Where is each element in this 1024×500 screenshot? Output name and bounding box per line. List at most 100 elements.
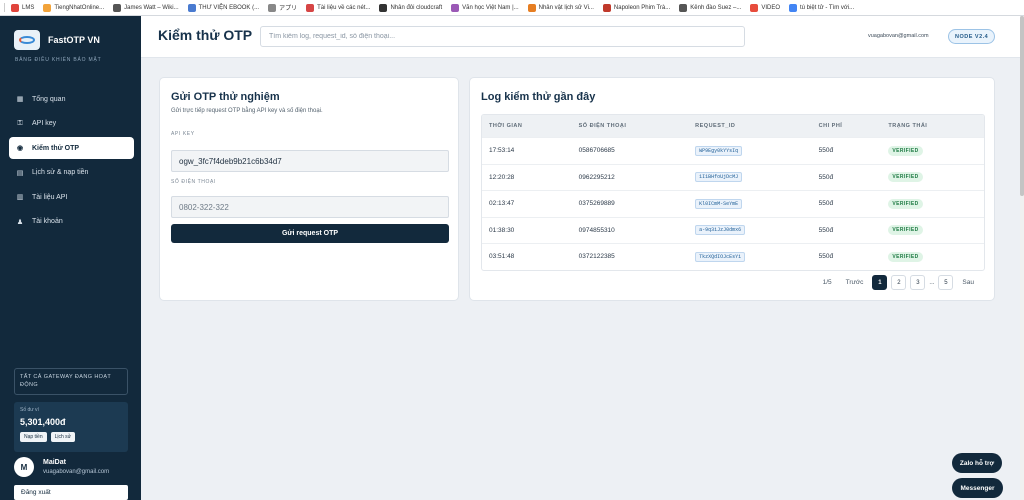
scrollbar-thumb[interactable] — [1020, 16, 1024, 196]
bookmark-item[interactable]: LMS — [11, 3, 34, 12]
bookmark-item[interactable]: VIDEO — [750, 3, 780, 12]
sidebar-item-label: Lịch sử & nạp tiền — [32, 169, 89, 177]
bookmark-item[interactable]: TiengNhatOnline... — [43, 3, 104, 12]
bookmark-label: Napoleon Phim Trà... — [613, 4, 671, 11]
page-title: Kiểm thử OTP — [158, 27, 253, 43]
key-icon: ⚿ — [17, 119, 23, 127]
messenger-button[interactable]: Messenger — [952, 478, 1003, 498]
send-otp-button[interactable]: Gửi request OTP — [171, 224, 449, 243]
cell-cost: 550đ — [818, 200, 834, 208]
brand-name: FastOTP VN — [48, 35, 100, 45]
zalo-support-button[interactable]: Zalo hỗ trợ — [952, 453, 1002, 473]
send-otp-card: Gửi OTP thử nghiệm Gửi trực tiếp request… — [159, 77, 459, 301]
wallet-balance-panel: Số dư ví 5,301,400đ Nạp tiền Lịch sử — [14, 402, 128, 452]
page-button-5[interactable]: 5 — [938, 275, 954, 290]
api-key-field[interactable] — [171, 150, 449, 172]
search-input[interactable] — [260, 26, 745, 47]
log-table: THỜI GIAN SỐ ĐIỆN THOẠI REQUEST_ID CHI P… — [481, 114, 985, 271]
history-button[interactable]: Lịch sử — [50, 432, 76, 442]
table-row[interactable]: 02:13:47 0375269889 Kl0ICmM-SeYmE 550đ V… — [482, 190, 984, 217]
table-row[interactable]: 01:38:30 0974855310 a-9q3iJzJ0dmx6 550đ … — [482, 216, 984, 244]
api-key-label: API KEY — [171, 131, 195, 137]
balance-label: Số dư ví — [20, 407, 39, 413]
logout-button[interactable]: Đăng xuất — [14, 485, 128, 500]
column-header-phone: SỐ ĐIỆN THOẠI — [578, 123, 627, 129]
bookmark-favicon-icon — [750, 3, 759, 12]
dashboard-icon: ▦ — [16, 96, 24, 103]
bookmark-label: THƯ VIỆN EBOOK (... — [198, 4, 260, 11]
user-profile: M MaiDat vuagabovan@gmail.com — [14, 457, 109, 477]
sidebar-item-history[interactable]: ▤ Lịch sử & nạp tiền — [9, 162, 134, 184]
table-row[interactable]: 12:20:28 0962295212 1I1BHfoUjDcMJ 550đ V… — [482, 163, 984, 191]
target-icon: ◉ — [16, 145, 24, 153]
user-email: vuagabovan@gmail.com — [43, 469, 110, 475]
bookmark-item[interactable]: Văn học Việt Nam |... — [451, 3, 519, 12]
bookmark-label: tú biệt tử - Tìm với... — [800, 4, 855, 11]
sidebar: FastOTP VN BẢNG ĐIỀU KHIỂN BẢO MẬT ▦ Tổn… — [0, 16, 141, 500]
request-id-chip[interactable]: a-9q3iJzJ0dmx6 — [695, 225, 746, 236]
bookmark-item[interactable]: tú biệt tử - Tìm với... — [789, 3, 855, 12]
log-title: Log kiểm thử gần đây — [481, 91, 596, 103]
sidebar-item-overview[interactable]: ▦ Tổng quan — [9, 88, 134, 110]
bookmark-item[interactable]: Kênh đào Suez –... — [679, 3, 741, 12]
bookmark-favicon-icon — [187, 3, 196, 12]
status-badge: VERIFIED — [888, 198, 923, 209]
bookmark-item[interactable]: アプリ — [268, 3, 297, 12]
brand[interactable]: FastOTP VN — [14, 30, 100, 50]
cell-phone: 0586706685 — [578, 147, 615, 155]
balance-value: 5,301,400đ — [20, 417, 66, 427]
cell-time: 01:38:30 — [489, 226, 515, 234]
send-otp-title: Gửi OTP thử nghiệm — [171, 91, 280, 103]
cell-phone: 0974855310 — [578, 226, 615, 234]
request-id-chip[interactable]: 1I1BHfoUjDcMJ — [695, 172, 743, 183]
bookmark-favicon-icon — [679, 3, 688, 12]
bookmark-item[interactable]: Tài liệu về các nét... — [306, 3, 370, 12]
send-otp-subtitle: Gửi trực tiếp request OTP bằng API key v… — [171, 108, 323, 114]
phone-field[interactable] — [171, 196, 449, 218]
request-id-chip[interactable]: TkzXQdIOJcEsYi — [695, 251, 746, 262]
page-button-1[interactable]: 1 — [872, 275, 888, 290]
table-row[interactable]: 17:53:14 0586706685 WP9Egy0kYYsIq 550đ V… — [482, 137, 984, 164]
sidebar-item-label: Tài liệu API — [32, 193, 68, 201]
bookmark-item[interactable]: James Watt – Wiki... — [113, 3, 179, 12]
cell-time: 17:53:14 — [489, 147, 515, 155]
sidebar-item-label: Tổng quan — [32, 95, 66, 103]
bookmark-label: Văn học Việt Nam |... — [462, 4, 519, 11]
page-scrollbar[interactable] — [1020, 16, 1024, 500]
sidebar-item-api-key[interactable]: ⚿ API key — [9, 113, 134, 135]
page-button-2[interactable]: 2 — [891, 275, 907, 290]
table-row[interactable]: 03:51:48 0372122385 TkzXQdIOJcEsYi 550đ … — [482, 243, 984, 270]
topup-button[interactable]: Nạp tiền — [20, 432, 47, 442]
request-id-chip[interactable]: WP9Egy0kYYsIq — [695, 145, 743, 156]
bookmark-item[interactable]: Nhân đôi cloudcraft — [379, 3, 442, 12]
status-badge: VERIFIED — [888, 172, 923, 183]
bookmark-favicon-icon — [113, 3, 122, 12]
sidebar-item-label: Kiểm thử OTP — [32, 144, 80, 152]
bookmark-item[interactable]: THƯ VIỆN EBOOK (... — [187, 3, 260, 12]
cell-cost: 550đ — [818, 226, 834, 234]
document-icon: ▥ — [16, 194, 24, 202]
sidebar-item-api-docs[interactable]: ▥ Tài liệu API — [9, 186, 134, 208]
sidebar-item-account[interactable]: ♟ Tài khoản — [9, 211, 134, 233]
next-page-button[interactable]: Sau — [962, 279, 974, 286]
history-icon: ▤ — [16, 169, 24, 177]
bookmark-favicon-icon — [602, 3, 611, 12]
pagination: 1/5 Trước 1 2 3 ... 5 Sau — [818, 275, 979, 290]
node-version-badge: NODE V2.4 — [948, 29, 996, 44]
bookmark-item[interactable]: Napoleon Phim Trà... — [602, 3, 671, 12]
status-badge: VERIFIED — [888, 145, 923, 156]
cell-cost: 550đ — [818, 147, 834, 155]
bookmark-favicon-icon — [43, 3, 52, 12]
request-id-chip[interactable]: Kl0ICmM-SeYmE — [695, 198, 743, 209]
sidebar-item-otp-test[interactable]: ◉ Kiểm thử OTP — [9, 137, 134, 160]
bookmarks-bar: LMS TiengNhatOnline... James Watt – Wiki..… — [0, 0, 1024, 16]
cell-time: 12:20:28 — [489, 173, 515, 181]
cell-time: 02:13:47 — [489, 200, 515, 208]
prev-page-button[interactable]: Trước — [846, 279, 864, 286]
bookmark-item[interactable]: Nhân vật lịch sử Vi... — [527, 3, 594, 12]
cell-time: 03:51:48 — [489, 253, 515, 261]
bookmark-separator — [4, 3, 5, 12]
page-button-3[interactable]: 3 — [910, 275, 926, 290]
cell-phone: 0372122385 — [578, 253, 615, 261]
gateway-status: TẤT CẢ GATEWAY ĐANG HOẠT ĐỘNG — [14, 368, 128, 395]
